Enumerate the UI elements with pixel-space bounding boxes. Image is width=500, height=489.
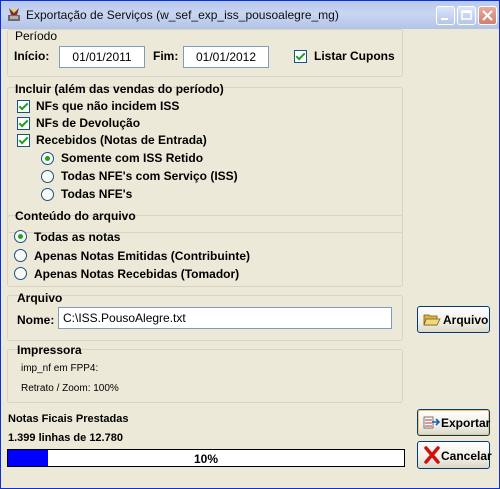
nfs-devolucao-label[interactable]: NFs de Devolução bbox=[36, 116, 140, 130]
status-lines: 1.399 linhas de 12.780 bbox=[8, 432, 123, 444]
progress-label: 10% bbox=[193, 452, 219, 466]
window-client-area: Período Início: 01/01/2011 Fim: 01/01/20… bbox=[1, 29, 499, 488]
window-title: Exportação de Serviços (w_sef_exp_iss_po… bbox=[26, 8, 339, 22]
app-icon bbox=[8, 8, 20, 21]
maximize-icon bbox=[461, 10, 472, 20]
inicio-date-input[interactable]: 01/01/2011 bbox=[59, 46, 145, 68]
impressora-group bbox=[7, 349, 403, 403]
minimize-icon bbox=[441, 18, 448, 20]
somente-iss-retido-label[interactable]: Somente com ISS Retido bbox=[61, 151, 203, 165]
todas-nfe-servico-radio[interactable] bbox=[41, 170, 54, 183]
impressora-legend: Impressora bbox=[17, 343, 82, 357]
open-folder-icon bbox=[423, 314, 441, 326]
status-title: Notas Ficais Prestadas bbox=[8, 413, 129, 425]
inicio-label: Início: bbox=[14, 49, 50, 63]
arquivo-button[interactable]: Arquivo bbox=[417, 306, 490, 333]
exportar-button-label: Exportar bbox=[441, 416, 491, 430]
title-bar[interactable]: Exportação de Serviços (w_sef_exp_iss_po… bbox=[1, 1, 499, 29]
print-zoom: Retrato / Zoom: 100% bbox=[21, 383, 119, 394]
todas-notas-label[interactable]: Todas as notas bbox=[34, 230, 120, 244]
recebidos-label[interactable]: Recebidos (Notas de Entrada) bbox=[36, 133, 207, 147]
todas-nfe-servico-label[interactable]: Todas NFE's com Serviço (ISS) bbox=[61, 169, 238, 183]
notas-emitidas-label[interactable]: Apenas Notas Emitidas (Contribuinte) bbox=[34, 249, 250, 263]
incluir-legend: Incluir (além das vendas do período) bbox=[15, 82, 224, 96]
cancelar-button-label: Cancelar bbox=[441, 449, 492, 463]
listar-cupons-checkbox[interactable] bbox=[294, 50, 307, 63]
periodo-legend: Período bbox=[15, 29, 58, 43]
somente-iss-retido-radio[interactable] bbox=[41, 152, 54, 165]
conteudo-legend: Conteúdo do arquivo bbox=[15, 209, 136, 223]
cancelar-button[interactable]: Cancelar bbox=[417, 441, 492, 469]
exportar-button[interactable]: Exportar bbox=[417, 409, 490, 436]
notas-recebidas-label[interactable]: Apenas Notas Recebidas (Tomador) bbox=[34, 267, 239, 281]
fim-label: Fim: bbox=[153, 49, 179, 63]
recebidos-checkbox[interactable] bbox=[17, 134, 30, 147]
arquivo-button-label: Arquivo bbox=[443, 313, 489, 327]
listar-cupons-label[interactable]: Listar Cupons bbox=[314, 49, 395, 63]
minimize-button[interactable] bbox=[436, 6, 455, 25]
cancel-x-icon bbox=[424, 446, 440, 464]
close-button[interactable] bbox=[478, 6, 497, 25]
notas-emitidas-radio[interactable] bbox=[14, 249, 27, 262]
nfs-devolucao-checkbox[interactable] bbox=[17, 117, 30, 130]
todas-notas-radio[interactable] bbox=[14, 230, 27, 243]
fim-date-input[interactable]: 01/01/2012 bbox=[183, 46, 269, 68]
todas-nfe-radio[interactable] bbox=[41, 188, 54, 201]
arquivo-legend: Arquivo bbox=[17, 291, 63, 305]
nome-arquivo-input[interactable]: C:\ISS.PousoAlegre.txt bbox=[58, 307, 392, 329]
nfs-nao-incidem-label[interactable]: NFs que não incidem ISS bbox=[36, 99, 179, 113]
export-window: Exportação de Serviços (w_sef_exp_iss_po… bbox=[0, 0, 500, 489]
export-icon bbox=[423, 416, 441, 429]
todas-nfe-label[interactable]: Todas NFE's bbox=[61, 187, 132, 201]
nfs-nao-incidem-checkbox[interactable] bbox=[17, 100, 30, 113]
printer-name: imp_nf em FPP4: bbox=[21, 363, 99, 374]
export-progress-bar: 10% bbox=[7, 449, 405, 467]
close-icon bbox=[482, 10, 493, 21]
maximize-button[interactable] bbox=[457, 6, 476, 25]
nome-label: Nome: bbox=[17, 313, 55, 327]
notas-recebidas-radio[interactable] bbox=[14, 267, 27, 280]
